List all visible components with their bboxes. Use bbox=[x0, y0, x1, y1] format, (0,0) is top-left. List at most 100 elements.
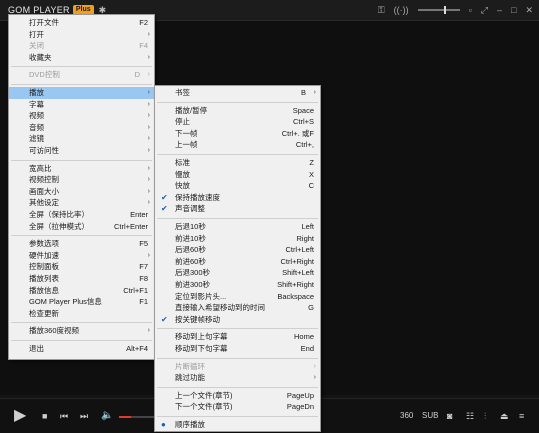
menu-item[interactable]: 宽高比 › bbox=[9, 163, 154, 175]
chevron-right-icon: › bbox=[147, 53, 150, 61]
chevron-right-icon: › bbox=[313, 89, 316, 96]
menu-item[interactable]: 前进300秒 Shift+Right bbox=[155, 279, 320, 291]
menu-item-label: 上一个文件(章节) bbox=[175, 390, 233, 400]
next-icon[interactable]: ⏭ bbox=[80, 410, 88, 422]
menu-item-label: 声音调整 bbox=[175, 204, 205, 214]
subtitle-button[interactable]: SUB bbox=[422, 410, 438, 422]
menu-item[interactable]: 播放 › bbox=[9, 87, 154, 99]
menu-item[interactable]: 硬件加速 › bbox=[9, 250, 154, 262]
menu-separator bbox=[157, 218, 318, 219]
menu-item[interactable]: 其他设定 › bbox=[9, 197, 154, 209]
menu-item[interactable]: 参数选项 F5 bbox=[9, 238, 154, 250]
menu-separator bbox=[11, 235, 152, 237]
menu-item-shortcut: Shift+Right bbox=[277, 280, 314, 289]
menu-item[interactable]: 打开 › bbox=[9, 29, 154, 41]
menu-item[interactable]: ✔ 声音调整 bbox=[155, 203, 320, 215]
fullscreen-icon[interactable]: ⤢ bbox=[481, 3, 488, 17]
menu-item-label: 打开 bbox=[29, 29, 44, 39]
opacity-slider[interactable] bbox=[417, 6, 460, 14]
menu-item[interactable]: ✔ 按关键帧移动 bbox=[155, 314, 320, 326]
menu-item-shortcut: Home bbox=[293, 332, 314, 342]
slider-knob[interactable] bbox=[443, 6, 446, 14]
chevron-right-icon: › bbox=[147, 112, 150, 120]
menu-item[interactable]: 播放/暂停 Space bbox=[155, 105, 320, 117]
broadcast-icon[interactable]: ((·)) bbox=[394, 3, 409, 17]
menu-item-shortcut: Ctrl+Left bbox=[285, 245, 314, 255]
checkmark-icon: ✔ bbox=[161, 192, 168, 202]
menu-item-shortcut: Ctrl+. 或F bbox=[281, 128, 314, 138]
playlist-icon[interactable]: ≡ bbox=[519, 410, 524, 422]
menu-item[interactable]: 全屏（保持比率） Enter bbox=[9, 209, 154, 221]
menu-item[interactable]: 字幕 › bbox=[9, 99, 154, 111]
menu-item[interactable]: GOM Player Plus信息 F1 bbox=[9, 296, 154, 308]
menu-item[interactable]: 控制面板 F7 bbox=[9, 261, 154, 273]
key-icon[interactable]: ⚿ bbox=[378, 3, 385, 17]
menu-item[interactable]: 视频 › bbox=[9, 110, 154, 122]
menu-item[interactable]: 定位到影片头... Backspace bbox=[155, 291, 320, 303]
settings-icon[interactable]: ☷ bbox=[466, 410, 474, 422]
menu-item[interactable]: 后退60秒 Ctrl+Left bbox=[155, 244, 320, 256]
chevron-right-icon: › bbox=[147, 147, 150, 154]
close-icon[interactable]: ✕ bbox=[525, 3, 533, 17]
chevron-right-icon: › bbox=[147, 30, 150, 38]
menu-item-shortcut: Shift+Left bbox=[282, 268, 314, 278]
equalizer-icon[interactable]: ⫶ bbox=[484, 410, 486, 422]
volume-slider[interactable] bbox=[119, 416, 155, 418]
menu-item[interactable]: 上一帧 Ctrl+, bbox=[155, 139, 320, 151]
menu-item[interactable]: 标准 Z bbox=[155, 157, 320, 169]
menu-item[interactable]: 后退300秒 Shift+Left bbox=[155, 267, 320, 279]
volume-icon[interactable]: 🔈 bbox=[101, 410, 113, 422]
menu-item[interactable]: 全屏（拉伸模式） Ctrl+Enter bbox=[9, 221, 154, 233]
menu-item[interactable]: 书签 B › bbox=[155, 87, 320, 99]
camera-icon[interactable]: ◙ bbox=[447, 410, 452, 422]
maximize-icon[interactable]: □ bbox=[511, 3, 516, 17]
play-icon[interactable]: ▶ bbox=[14, 407, 26, 425]
menu-item[interactable]: 停止 Ctrl+S bbox=[155, 116, 320, 128]
menu-item: 关闭 F4 bbox=[9, 40, 154, 52]
menu-item[interactable]: 滤镜 › bbox=[9, 133, 154, 145]
menu-item[interactable]: 画面大小 › bbox=[9, 186, 154, 198]
menu-item[interactable]: 上一个文件(章节) PageUp bbox=[155, 390, 320, 402]
menu-item[interactable]: ● 顺序播放 bbox=[155, 419, 320, 431]
menu-item[interactable]: 移动到上句字幕 Home bbox=[155, 331, 320, 343]
minimize-icon[interactable]: – bbox=[497, 3, 502, 17]
menu-item-shortcut: Ctrl+F1 bbox=[123, 285, 148, 295]
menu-item[interactable]: 直接输入希望移动到的时间 G bbox=[155, 302, 320, 314]
menu-item-label: DVD控制 bbox=[29, 70, 60, 80]
prev-icon[interactable]: ⏮ bbox=[60, 410, 68, 422]
menu-item[interactable]: 检查更新 bbox=[9, 308, 154, 320]
menu-item[interactable]: 下一个文件(章节) PageDn bbox=[155, 401, 320, 413]
menu-item[interactable]: 退出 Alt+F4 bbox=[9, 343, 154, 355]
pin-icon[interactable]: ▫ bbox=[469, 3, 472, 17]
menu-item[interactable]: 下一帧 Ctrl+. 或F bbox=[155, 128, 320, 140]
stop-icon[interactable]: ■ bbox=[42, 410, 47, 422]
menu-item[interactable]: 视频控制 › bbox=[9, 174, 154, 186]
eject-icon[interactable]: ⏏ bbox=[500, 410, 509, 422]
menu-item[interactable]: 慢放 X bbox=[155, 169, 320, 181]
menu-item[interactable]: 音频 › bbox=[9, 122, 154, 134]
menu-item[interactable]: ✔ 保持播放速度 bbox=[155, 192, 320, 204]
menu-item[interactable]: 前进60秒 Ctrl+Right bbox=[155, 256, 320, 268]
checkmark-icon: ✔ bbox=[161, 204, 168, 214]
menu-item[interactable]: 跳过功能 › bbox=[155, 372, 320, 384]
menu-item[interactable]: 播放360度视频 › bbox=[9, 325, 154, 337]
menu-item-label: 播放360度视频 bbox=[29, 326, 80, 336]
menu-item[interactable]: 后退10秒 Left bbox=[155, 221, 320, 233]
menu-item[interactable]: 播放信息 Ctrl+F1 bbox=[9, 285, 154, 297]
menu-item[interactable]: 播放列表 F8 bbox=[9, 273, 154, 285]
menu-item-label: 画面大小 bbox=[29, 186, 59, 196]
menu-item-shortcut: F7 bbox=[139, 262, 148, 272]
menu-item-label: 宽高比 bbox=[29, 163, 52, 173]
menu-item-shortcut: Right bbox=[296, 233, 314, 243]
menu-item[interactable]: 移动到下句字幕 End bbox=[155, 343, 320, 355]
menu-item-label: 关闭 bbox=[29, 41, 44, 51]
vr360-button[interactable]: 360 bbox=[400, 410, 413, 422]
menu-item-label: 视频控制 bbox=[29, 175, 59, 185]
menu-item[interactable]: 前进10秒 Right bbox=[155, 233, 320, 245]
menu-item-shortcut: Ctrl+Right bbox=[280, 256, 314, 266]
menu-item[interactable]: 快放 C bbox=[155, 180, 320, 192]
menu-item[interactable]: 可访问性 › bbox=[9, 145, 154, 157]
menu-item[interactable]: 收藏夹 › bbox=[9, 52, 154, 64]
menu-item[interactable]: 打开文件 F2 bbox=[9, 17, 154, 29]
menu-item-shortcut: Enter bbox=[130, 210, 148, 219]
